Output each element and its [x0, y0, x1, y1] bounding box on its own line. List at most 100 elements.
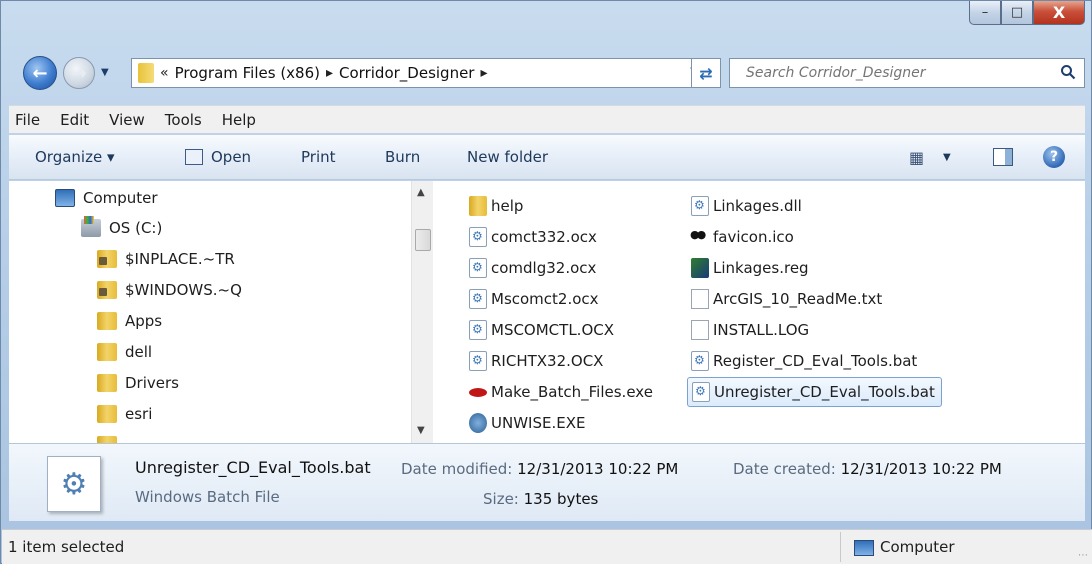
forward-button[interactable]: →: [63, 57, 95, 89]
tree-item-esri[interactable]: esri: [97, 399, 152, 429]
file-item-comdlg32[interactable]: comdlg32.ocx: [465, 253, 602, 283]
batch-file-large-icon: ⚙: [47, 456, 101, 512]
file-item-register-bat[interactable]: Register_CD_Eval_Tools.bat: [687, 346, 923, 376]
menu-tools[interactable]: Tools: [165, 111, 202, 129]
file-item-richtx32[interactable]: RICHTX32.OCX: [465, 346, 609, 376]
folder-icon: [97, 374, 117, 392]
file-name: comdlg32.ocx: [491, 259, 597, 277]
date-created-value: 12/31/2013 10:22 PM: [840, 460, 1002, 478]
computer-icon: [854, 540, 874, 556]
status-bar: 1 item selected Computer ⋯: [2, 529, 1092, 564]
breadcrumb-program-files[interactable]: Program Files (x86): [175, 64, 320, 82]
details-file-name: Unregister_CD_Eval_Tools.bat: [135, 458, 371, 477]
title-bar[interactable]: – □ X: [1, 1, 1091, 49]
help-icon[interactable]: ?: [1043, 146, 1065, 168]
folder-icon: [97, 312, 117, 330]
tree-item-windows-q[interactable]: $WINDOWS.~Q: [97, 275, 242, 305]
command-bar: Organize ▾ Open Print Burn New folder ▦ …: [9, 134, 1085, 180]
menu-view[interactable]: View: [109, 111, 145, 129]
open-button[interactable]: Open: [211, 148, 251, 166]
file-item-arcgis-readme[interactable]: ArcGIS_10_ReadMe.txt: [687, 284, 888, 314]
scroll-down-arrow-icon[interactable]: ▼: [417, 425, 425, 436]
ocx-file-icon: [469, 258, 487, 278]
organize-button[interactable]: Organize ▾: [35, 148, 115, 166]
ocx-file-icon: [469, 351, 487, 371]
file-item-install-log[interactable]: INSTALL.LOG: [687, 315, 815, 345]
search-input[interactable]: [746, 65, 1046, 81]
search-box[interactable]: [729, 58, 1085, 88]
view-options-dropdown-icon[interactable]: ▼: [943, 152, 951, 163]
recent-pages-dropdown[interactable]: ▼: [101, 67, 109, 78]
tree-item-label: OS (C:): [109, 219, 163, 237]
file-name: help: [491, 197, 524, 215]
file-item-unregister-bat[interactable]: Unregister_CD_Eval_Tools.bat: [687, 377, 942, 407]
file-item-comct332[interactable]: comct332.ocx: [465, 222, 603, 252]
search-icon[interactable]: [1060, 64, 1076, 80]
scroll-up-arrow-icon[interactable]: ▲: [417, 187, 425, 198]
address-bar[interactable]: « Program Files (x86) ▸ Corridor_Designe…: [131, 58, 709, 88]
tree-item-label: Computer: [83, 189, 158, 207]
date-created-label: Date created:: [733, 460, 836, 478]
print-button[interactable]: Print: [301, 148, 336, 166]
change-view-icon[interactable]: ▦: [909, 148, 924, 167]
tree-item-label: $WINDOWS.~Q: [125, 281, 242, 299]
date-modified-label: Date modified:: [401, 460, 513, 478]
bat-file-icon: [692, 382, 710, 402]
file-item-unwise[interactable]: UNWISE.EXE: [465, 408, 591, 438]
ico-file-icon: [690, 227, 709, 247]
overflow-chevron-icon[interactable]: «: [160, 65, 169, 81]
file-item-linkages-dll[interactable]: Linkages.dll: [687, 191, 808, 221]
new-folder-button[interactable]: New folder: [467, 148, 548, 166]
tree-item-drivers[interactable]: Drivers: [97, 368, 179, 398]
file-item-make-batch-files[interactable]: Make_Batch_Files.exe: [465, 377, 659, 407]
file-item-mscomct2[interactable]: Mscomct2.ocx: [465, 284, 605, 314]
details-size: Size: 135 bytes: [483, 490, 598, 508]
details-date-modified: Date modified: 12/31/2013 10:22 PM: [401, 460, 678, 478]
status-divider: [840, 532, 841, 562]
breadcrumb-separator-icon[interactable]: ▸: [480, 65, 487, 81]
navigation-scrollbar[interactable]: ▲ ▼: [411, 181, 433, 443]
tree-item-inplace[interactable]: $INPLACE.~TR: [97, 244, 235, 274]
menu-help[interactable]: Help: [222, 111, 256, 129]
preview-pane-icon[interactable]: [993, 148, 1013, 166]
tree-item-computer[interactable]: Computer: [55, 183, 158, 213]
file-name: INSTALL.LOG: [713, 321, 810, 339]
file-name: Make_Batch_Files.exe: [491, 383, 653, 401]
exe-file-icon: [469, 382, 487, 402]
scrollbar-thumb[interactable]: [415, 229, 431, 251]
tree-item-apps[interactable]: Apps: [97, 306, 162, 336]
file-list[interactable]: help comct332.ocx comdlg32.ocx Mscomct2.…: [461, 181, 1085, 443]
refresh-button[interactable]: ⇄: [691, 58, 721, 88]
breadcrumb-separator-icon[interactable]: ▸: [326, 65, 333, 81]
txt-file-icon: [691, 289, 709, 309]
computer-icon: [55, 189, 75, 207]
tree-item-os-drive[interactable]: OS (C:): [81, 213, 162, 243]
back-button[interactable]: ←: [23, 56, 57, 90]
breadcrumb-corridor-designer[interactable]: Corridor_Designer: [339, 64, 474, 82]
burn-button[interactable]: Burn: [385, 148, 420, 166]
navigation-pane[interactable]: Computer OS (C:) $INPLACE.~TR $WINDOWS.~…: [9, 181, 443, 443]
ocx-file-icon: [469, 227, 487, 247]
locked-folder-icon: [97, 281, 117, 299]
tree-item-partial[interactable]: [97, 430, 125, 443]
file-name: ArcGIS_10_ReadMe.txt: [713, 290, 883, 308]
folder-icon: [469, 196, 487, 216]
file-item-help[interactable]: help: [465, 191, 529, 221]
status-location: Computer: [880, 538, 955, 556]
maximize-button[interactable]: □: [1001, 1, 1033, 25]
txt-file-icon: [691, 320, 709, 340]
drive-icon: [81, 216, 101, 237]
minimize-button[interactable]: –: [969, 1, 1001, 25]
folder-icon: [138, 63, 154, 83]
file-item-mscomctl[interactable]: MSCOMCTL.OCX: [465, 315, 620, 345]
file-name: Mscomct2.ocx: [491, 290, 599, 308]
menu-file[interactable]: File: [15, 111, 40, 129]
ocx-file-icon: [469, 289, 487, 309]
resize-grip-icon[interactable]: ⋯: [1078, 550, 1088, 561]
file-item-favicon[interactable]: favicon.ico: [687, 222, 800, 252]
size-label: Size:: [483, 490, 519, 508]
menu-edit[interactable]: Edit: [60, 111, 89, 129]
close-button[interactable]: X: [1033, 1, 1085, 25]
file-item-linkages-reg[interactable]: Linkages.reg: [687, 253, 815, 283]
tree-item-dell[interactable]: dell: [97, 337, 152, 367]
